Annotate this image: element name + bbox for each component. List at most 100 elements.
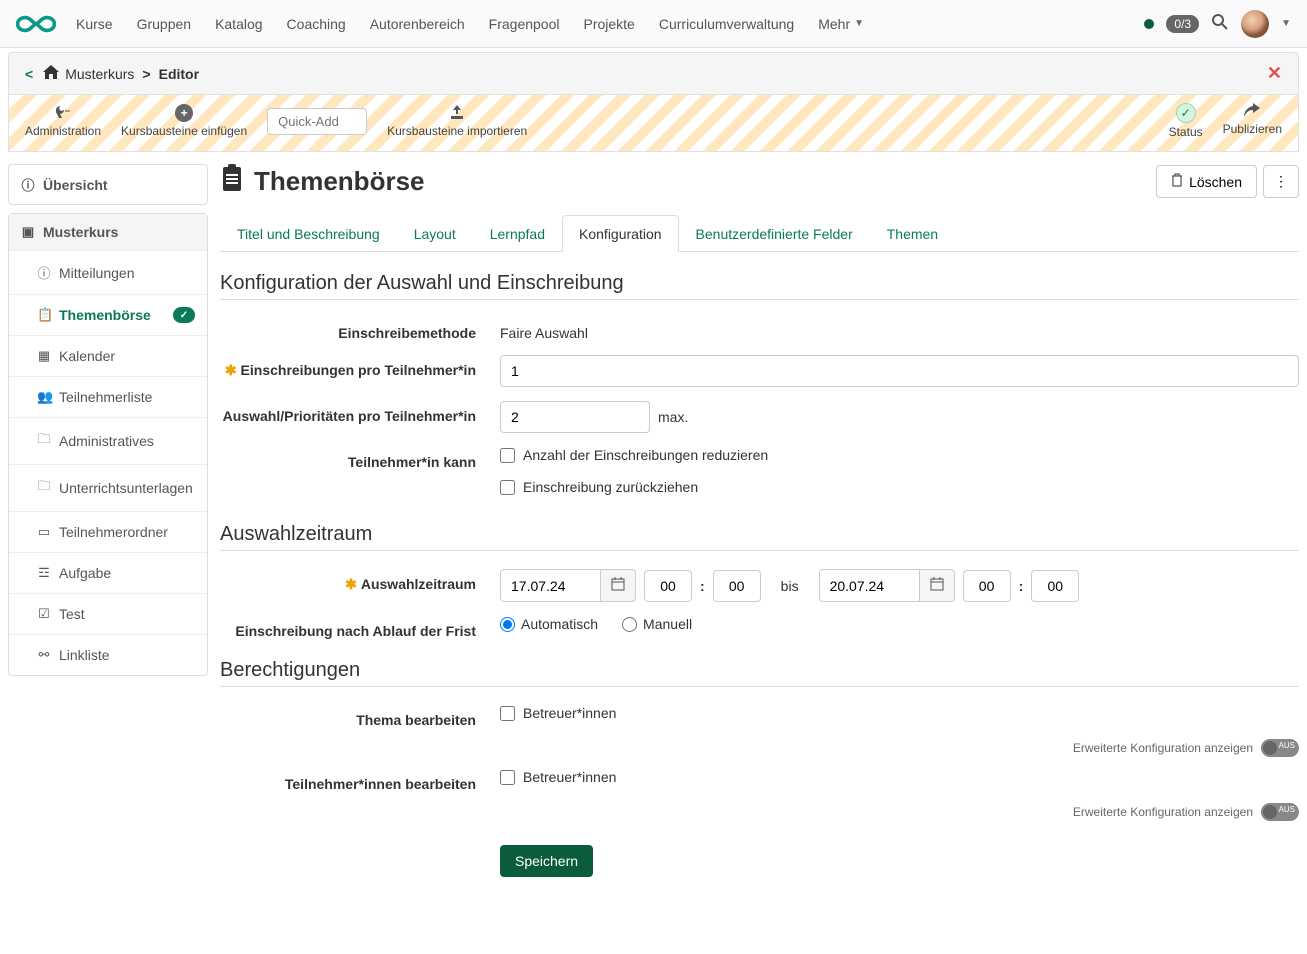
edit-participants-label: Teilnehmer*innen bearbeiten [220,769,500,792]
toolbar-publish-label: Publizieren [1223,122,1282,136]
sidebar-item-test[interactable]: ☑ Test [9,593,207,634]
breadcrumb-separator: > [142,66,150,82]
info-icon: ⓘ [21,175,35,194]
delete-button[interactable]: Löschen [1156,165,1257,198]
toolbar-import-label: Kursbausteine importieren [387,124,527,138]
hour-to-input[interactable] [963,570,1011,602]
logo[interactable] [16,12,56,36]
edit-topic-label: Thema bearbeiten [220,705,500,728]
nav-fragenpool[interactable]: Fragenpool [489,16,560,32]
supervisors-topic-checkbox-row[interactable]: Betreuer*innen [500,705,616,721]
more-actions-button[interactable]: ⋮ [1263,165,1299,198]
page-title: Themenbörse [220,164,425,199]
date-from-input[interactable] [500,569,600,602]
tab-layout[interactable]: Layout [397,215,473,252]
nav-more[interactable]: Mehr ▼ [818,16,864,32]
chevron-down-icon: ▼ [854,18,864,29]
toolbar-publish[interactable]: Publizieren [1223,103,1282,139]
sidebar-item-label: Teilnehmerordner [59,524,168,540]
sidebar-item-mitteilungen[interactable]: ⓘ Mitteilungen [9,250,207,294]
nav-gruppen[interactable]: Gruppen [137,16,191,32]
required-asterisk-icon: ✱ [225,362,237,378]
advanced-toggle-participants[interactable]: AUS [1261,803,1299,821]
sidebar-item-unterricht[interactable]: 🗀 Unterrichtsunterlagen [9,464,207,511]
toolbar-insert-block[interactable]: + Kursbausteine einfügen [121,104,247,138]
supervisors-participants-checkbox-row[interactable]: Betreuer*innen [500,769,616,785]
calendar-to-button[interactable] [919,569,955,602]
enrollments-input[interactable] [500,355,1299,387]
sidebar-item-label: Test [59,606,85,622]
breadcrumb-course[interactable]: Musterkurs [65,66,134,82]
nav-autorenbereich[interactable]: Autorenbereich [370,16,465,32]
supervisors-participants-checkbox[interactable] [500,770,515,785]
check-circle-icon: ✓ [1176,103,1196,123]
withdraw-checkbox[interactable] [500,480,515,495]
sidebar-item-linkliste[interactable]: ⚯ Linkliste [9,634,207,675]
user-menu-caret-icon[interactable]: ▼ [1281,18,1291,29]
manual-radio-row[interactable]: Manuell [622,616,692,632]
sidebar-item-teilnehmerordner[interactable]: ▭ Teilnehmerordner [9,511,207,552]
toolbar-administration[interactable]: Administration [25,105,101,138]
toolbar-status[interactable]: ✓ Status [1169,103,1203,139]
sidebar-item-teilnehmerliste[interactable]: 👥 Teilnehmerliste [9,376,207,417]
search-icon[interactable] [1211,13,1229,34]
sidebar-item-administratives[interactable]: 🗀 Administratives [9,417,207,464]
reduce-checkbox-row[interactable]: Anzahl der Einschreibungen reduzieren [500,447,768,463]
auto-radio-row[interactable]: Automatisch [500,616,598,632]
tab-title[interactable]: Titel und Beschreibung [220,215,397,252]
manual-radio[interactable] [622,617,637,632]
calendar-from-button[interactable] [600,569,636,602]
nav-curriculum[interactable]: Curriculumverwaltung [659,16,794,32]
nav-kurse[interactable]: Kurse [76,16,113,32]
section-divider [220,299,1299,300]
reduce-checkbox[interactable] [500,448,515,463]
editor-toolbar: Administration + Kursbausteine einfügen … [8,95,1299,152]
quick-add-input[interactable] [267,108,367,135]
tab-lernpfad[interactable]: Lernpfad [473,215,562,252]
sidebar-course-header[interactable]: ▣ Musterkurs [9,214,207,250]
nav-projekte[interactable]: Projekte [583,16,634,32]
hour-from-input[interactable] [644,570,692,602]
sidebar-item-label: Aufgabe [59,565,111,581]
sidebar-overview-label: Übersicht [43,177,108,193]
tab-custom-fields[interactable]: Benutzerdefinierte Felder [679,215,870,252]
back-chevron-icon[interactable]: < [25,66,33,82]
section-selection-title: Konfiguration der Auswahl und Einschreib… [220,272,1299,295]
top-navigation: Kurse Gruppen Katalog Coaching Autorenbe… [0,0,1307,48]
priorities-input[interactable] [500,401,650,433]
delete-label: Löschen [1189,174,1242,190]
user-avatar[interactable] [1241,10,1269,38]
tab-konfiguration[interactable]: Konfiguration [562,215,679,252]
section-period-title: Auswahlzeitraum [220,523,1299,546]
advanced-toggle-topic[interactable]: AUS [1261,739,1299,757]
toggle-off-text: AUS [1279,805,1295,814]
withdraw-checkbox-row[interactable]: Einschreibung zurückziehen [500,479,698,495]
check-badge-icon: ✓ [173,307,195,323]
supervisors-topic-checkbox[interactable] [500,706,515,721]
folder-icon: 🗀 [37,477,51,499]
save-button[interactable]: Speichern [500,845,593,877]
sidebar-item-label: Mitteilungen [59,265,135,281]
date-to-input[interactable] [819,569,919,602]
tasks-icon: ☲ [37,565,51,581]
sidebar-overview[interactable]: ⓘ Übersicht [9,165,207,204]
section-permissions-title: Berechtigungen [220,659,1299,682]
wrench-icon [54,105,72,122]
period-label: ✱Auswahlzeitraum [220,569,500,593]
sidebar-item-themenboerse[interactable]: 📋 Themenbörse ✓ [9,294,207,335]
toolbar-import-block[interactable]: Kursbausteine importieren [387,105,527,138]
sidebar-item-kalender[interactable]: ▦ Kalender [9,335,207,376]
supervisors-label: Betreuer*innen [523,705,616,721]
advanced-config-label: Erweiterte Konfiguration anzeigen [1073,805,1253,819]
tab-themen[interactable]: Themen [870,215,955,252]
nav-katalog[interactable]: Katalog [215,16,262,32]
notification-badge[interactable]: 0/3 [1166,15,1199,33]
auto-radio[interactable] [500,617,515,632]
close-icon[interactable]: ✕ [1267,63,1282,84]
min-to-input[interactable] [1031,570,1079,602]
status-dot-icon[interactable] [1144,19,1154,29]
nav-coaching[interactable]: Coaching [287,16,346,32]
sidebar-item-aufgabe[interactable]: ☲ Aufgabe [9,552,207,593]
min-from-input[interactable] [713,570,761,602]
section-divider [220,550,1299,551]
